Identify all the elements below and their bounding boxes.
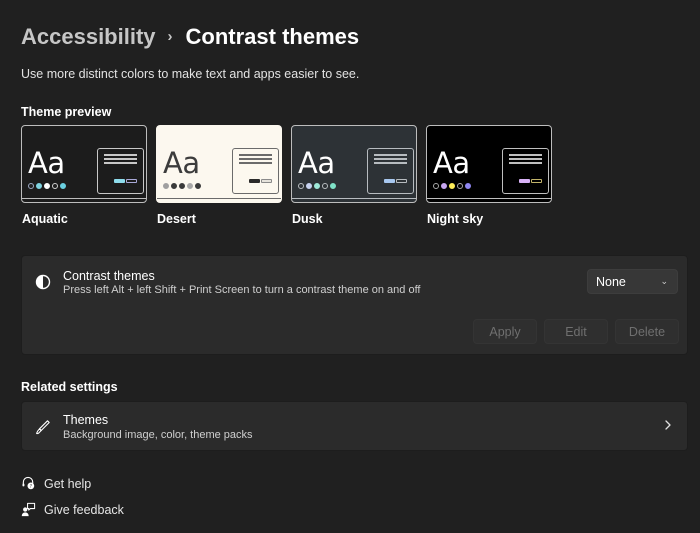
color-dot: [322, 183, 328, 189]
contrast-themes-page: Accessibility › Contrast themes Use more…: [0, 0, 700, 533]
window-line: [239, 158, 272, 160]
theme-name: Desert: [157, 212, 196, 226]
theme-name: Night sky: [427, 212, 484, 226]
color-dot: [330, 183, 336, 189]
give-feedback-link[interactable]: Give feedback: [21, 502, 124, 517]
theme-preview-image: Aa: [21, 125, 147, 203]
window-primary-button: [249, 179, 260, 183]
theme-name: Dusk: [292, 212, 323, 226]
contrast-icon: [35, 274, 51, 290]
theme-tile-night-sky[interactable]: Aa Night sky: [426, 125, 552, 226]
window-line: [509, 158, 542, 160]
breadcrumb-accessibility[interactable]: Accessibility: [21, 24, 156, 50]
edit-button[interactable]: Edit: [544, 319, 608, 344]
get-help-icon: ?: [22, 476, 35, 490]
window-secondary-button: [396, 179, 407, 183]
window-line: [104, 162, 137, 164]
color-dot: [44, 183, 50, 189]
page-title: Contrast themes: [185, 24, 360, 49]
color-dot: [449, 183, 455, 189]
color-dot: [36, 183, 42, 189]
color-dot: [457, 183, 463, 189]
chevron-down-icon: ⌄: [660, 276, 668, 286]
related-setting-themes[interactable]: Themes Background image, color, theme pa…: [21, 401, 688, 451]
sample-text: Aa: [163, 146, 200, 180]
related-settings-heading: Related settings: [21, 380, 118, 394]
get-help-link[interactable]: ? Get help: [21, 476, 91, 491]
window-preview-icon: [502, 148, 549, 194]
sample-text: Aa: [298, 146, 335, 180]
apply-button[interactable]: Apply: [473, 319, 537, 344]
color-dot: [187, 183, 193, 189]
delete-button[interactable]: Delete: [615, 319, 679, 344]
color-dot: [195, 183, 201, 189]
color-dots: [163, 183, 201, 189]
window-line: [239, 154, 272, 156]
window-line: [374, 162, 407, 164]
breadcrumb-separator-icon: ›: [167, 27, 173, 45]
preview-taskbar: [22, 197, 146, 199]
preview-taskbar: [157, 197, 281, 199]
window-line: [374, 158, 407, 160]
window-line: [104, 154, 137, 156]
window-primary-button: [114, 179, 125, 183]
window-secondary-button: [126, 179, 137, 183]
color-dots: [433, 183, 471, 189]
preview-taskbar: [427, 197, 551, 199]
window-secondary-button: [261, 179, 272, 183]
brush-icon: [36, 420, 50, 435]
give-feedback-icon: [21, 502, 36, 517]
dropdown-value: None: [596, 274, 626, 289]
color-dot: [433, 183, 439, 189]
themes-description: Background image, color, theme packs: [63, 429, 253, 441]
window-primary-button: [519, 179, 530, 183]
color-dots: [28, 183, 66, 189]
color-dot: [52, 183, 58, 189]
preview-taskbar: [292, 197, 416, 199]
color-dot: [306, 183, 312, 189]
page-subtitle: Use more distinct colors to make text an…: [21, 67, 360, 81]
contrast-themes-title: Contrast themes: [63, 269, 155, 283]
window-preview-icon: [232, 148, 279, 194]
window-line: [239, 162, 272, 164]
color-dots: [298, 183, 336, 189]
theme-preview-image: Aa: [156, 125, 282, 203]
give-feedback-label: Give feedback: [44, 502, 124, 517]
window-preview-icon: [367, 148, 414, 194]
window-primary-button: [384, 179, 395, 183]
color-dot: [28, 183, 34, 189]
color-dot: [314, 183, 320, 189]
color-dot: [163, 183, 169, 189]
color-dot: [441, 183, 447, 189]
theme-preview-list: Aa Aquatic Aa Desert Aa Dusk Aa Night sk…: [21, 125, 552, 226]
window-line: [509, 154, 542, 156]
window-line: [104, 158, 137, 160]
chevron-right-icon: [665, 420, 671, 430]
window-line: [509, 162, 542, 164]
themes-title: Themes: [63, 413, 109, 427]
color-dot: [179, 183, 185, 189]
theme-tile-aquatic[interactable]: Aa Aquatic: [21, 125, 147, 226]
window-secondary-button: [531, 179, 542, 183]
color-dot: [465, 183, 471, 189]
window-preview-icon: [97, 148, 144, 194]
contrast-themes-card: Contrast themes Press left Alt + left Sh…: [21, 255, 688, 355]
sample-text: Aa: [28, 146, 65, 180]
get-help-label: Get help: [44, 476, 92, 491]
theme-preview-image: Aa: [291, 125, 417, 203]
theme-preview-heading: Theme preview: [21, 105, 112, 119]
window-line: [374, 154, 407, 156]
contrast-themes-description: Press left Alt + left Shift + Print Scre…: [63, 284, 421, 296]
theme-preview-image: Aa: [426, 125, 552, 203]
color-dot: [171, 183, 177, 189]
contrast-theme-dropdown[interactable]: None ⌄: [587, 269, 678, 294]
breadcrumb: Accessibility › Contrast themes: [21, 24, 359, 50]
sample-text: Aa: [433, 146, 470, 180]
color-dot: [298, 183, 304, 189]
theme-name: Aquatic: [22, 212, 68, 226]
theme-tile-desert[interactable]: Aa Desert: [156, 125, 282, 226]
theme-tile-dusk[interactable]: Aa Dusk: [291, 125, 417, 226]
color-dot: [60, 183, 66, 189]
